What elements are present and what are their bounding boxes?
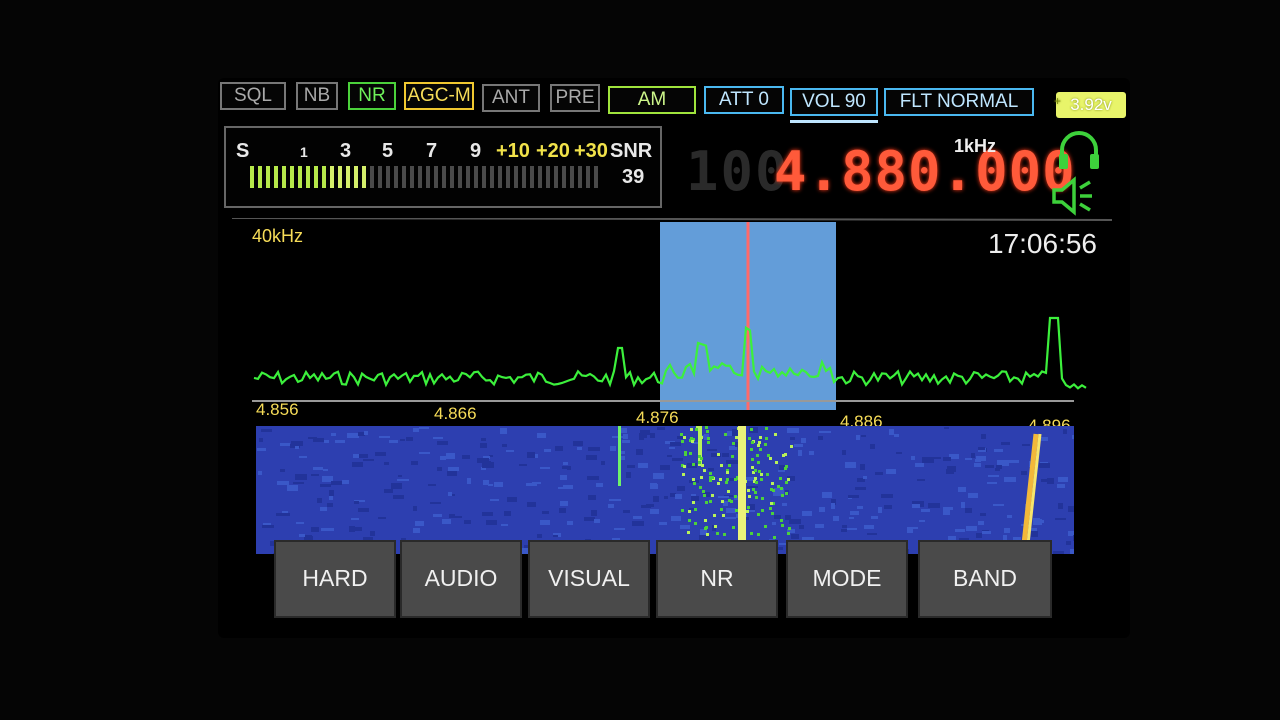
s-meter-segment [490,166,494,188]
s-meter-label-s: S [236,140,250,162]
frequency-display[interactable]: 4.880.000 [774,140,1076,203]
s-meter-label-plus20: +20 [536,140,570,162]
s-meter-segment [506,166,510,188]
s-meter-segment [410,166,414,188]
scale-tick-2: 4.866 [434,404,477,423]
s-meter-segment [346,166,350,188]
speaker-icon[interactable] [1050,176,1096,216]
s-meter-bar [250,166,602,188]
vol-underline [790,120,878,123]
s-meter-label-7: 7 [426,140,438,162]
s-meter-segment [594,166,598,188]
sql-button[interactable]: SQL [220,82,286,110]
am-mode-button[interactable]: AM [608,86,696,114]
s-meter-segment [250,166,254,188]
s-meter-segment [482,166,486,188]
s-meter-segment [578,166,582,188]
att-button[interactable]: ATT 0 [704,86,784,114]
scale-tick-1: 4.856 [256,400,299,419]
scale-tick-3: 4.876 [636,408,679,427]
s-meter-segment [362,166,366,188]
s-meter-segment [514,166,518,188]
s-meter-segment [322,166,326,188]
menu-band-button[interactable]: BAND [918,540,1052,618]
s-meter-label-plus30: +30 [574,140,608,162]
s-meter-segment [266,166,270,188]
nr-toggle-button[interactable]: NR [348,82,396,110]
snr-label: SNR [610,140,653,162]
snr-value: 39 [622,166,645,188]
tuning-step[interactable]: 1kHz [954,136,996,157]
battery-indicator: + 3.92v [1054,92,1126,118]
s-meter-segment [546,166,550,188]
s-meter-segment [570,166,574,188]
s-meter-segment [258,166,262,188]
s-meter-label-plus10: +10 [496,140,530,162]
menu-hard-button[interactable]: HARD [274,540,396,618]
spectrum-top-border [232,218,1112,221]
span-label: 40kHz [252,226,304,246]
s-meter-label-5: 5 [382,140,394,162]
headphones-icon[interactable] [1056,128,1102,172]
s-meter-segment [394,166,398,188]
s-meter-segment [386,166,390,188]
nb-button[interactable]: NB [296,82,338,110]
s-meter-segment [466,166,470,188]
s-meter: S 1 3 5 7 9 +10 +20 +30 SNR 39 [224,126,662,208]
s-meter-segment [354,166,358,188]
s-meter-segment [562,166,566,188]
s-meter-segment [338,166,342,188]
s-meter-label-9: 9 [470,140,482,162]
waterfall-signal-a [618,426,621,486]
s-meter-label-1: 1 [300,144,308,160]
clock: 17:06:56 [988,228,1097,259]
s-meter-segment [314,166,318,188]
s-meter-segment [274,166,278,188]
menu-visual-button[interactable]: VISUAL [528,540,650,618]
radio-display: SQL NB NR AGC-M ANT PRE AM ATT 0 VOL 90 … [218,78,1130,638]
menu-mode-button[interactable]: MODE [786,540,908,618]
battery-icon: + [1054,94,1062,108]
scale-line [252,400,1074,402]
s-meter-label-3: 3 [340,140,352,162]
s-meter-segment [434,166,438,188]
s-meter-segment [298,166,302,188]
s-meter-segment [450,166,454,188]
s-meter-segment [418,166,422,188]
s-meter-segment [586,166,590,188]
s-meter-segment [378,166,382,188]
s-meter-segment [306,166,310,188]
ant-button[interactable]: ANT [482,84,540,112]
s-meter-segment [538,166,542,188]
vol-button[interactable]: VOL 90 [790,88,878,116]
s-meter-segment [474,166,478,188]
menu-nr-button[interactable]: NR [656,540,778,618]
s-meter-segment [442,166,446,188]
s-meter-segment [458,166,462,188]
s-meter-segment [426,166,430,188]
s-meter-segment [554,166,558,188]
s-meter-segment [522,166,526,188]
s-meter-segment [370,166,374,188]
filter-button[interactable]: FLT NORMAL [884,88,1034,116]
agc-button[interactable]: AGC-M [404,82,474,110]
frequency-scale: 4.856 4.866 4.876 4.886 4.896 [252,400,1092,435]
waterfall-display[interactable] [256,426,1074,554]
spectrum-display[interactable] [232,218,1112,414]
pre-button[interactable]: PRE [550,84,600,112]
s-meter-segment [282,166,286,188]
s-meter-segment [498,166,502,188]
s-meter-segment [402,166,406,188]
waterfall-carrier [738,426,746,544]
s-meter-segment [530,166,534,188]
menu-audio-button[interactable]: AUDIO [400,540,522,618]
s-meter-segment [330,166,334,188]
s-meter-segment [290,166,294,188]
battery-voltage: 3.92v [1070,95,1112,114]
